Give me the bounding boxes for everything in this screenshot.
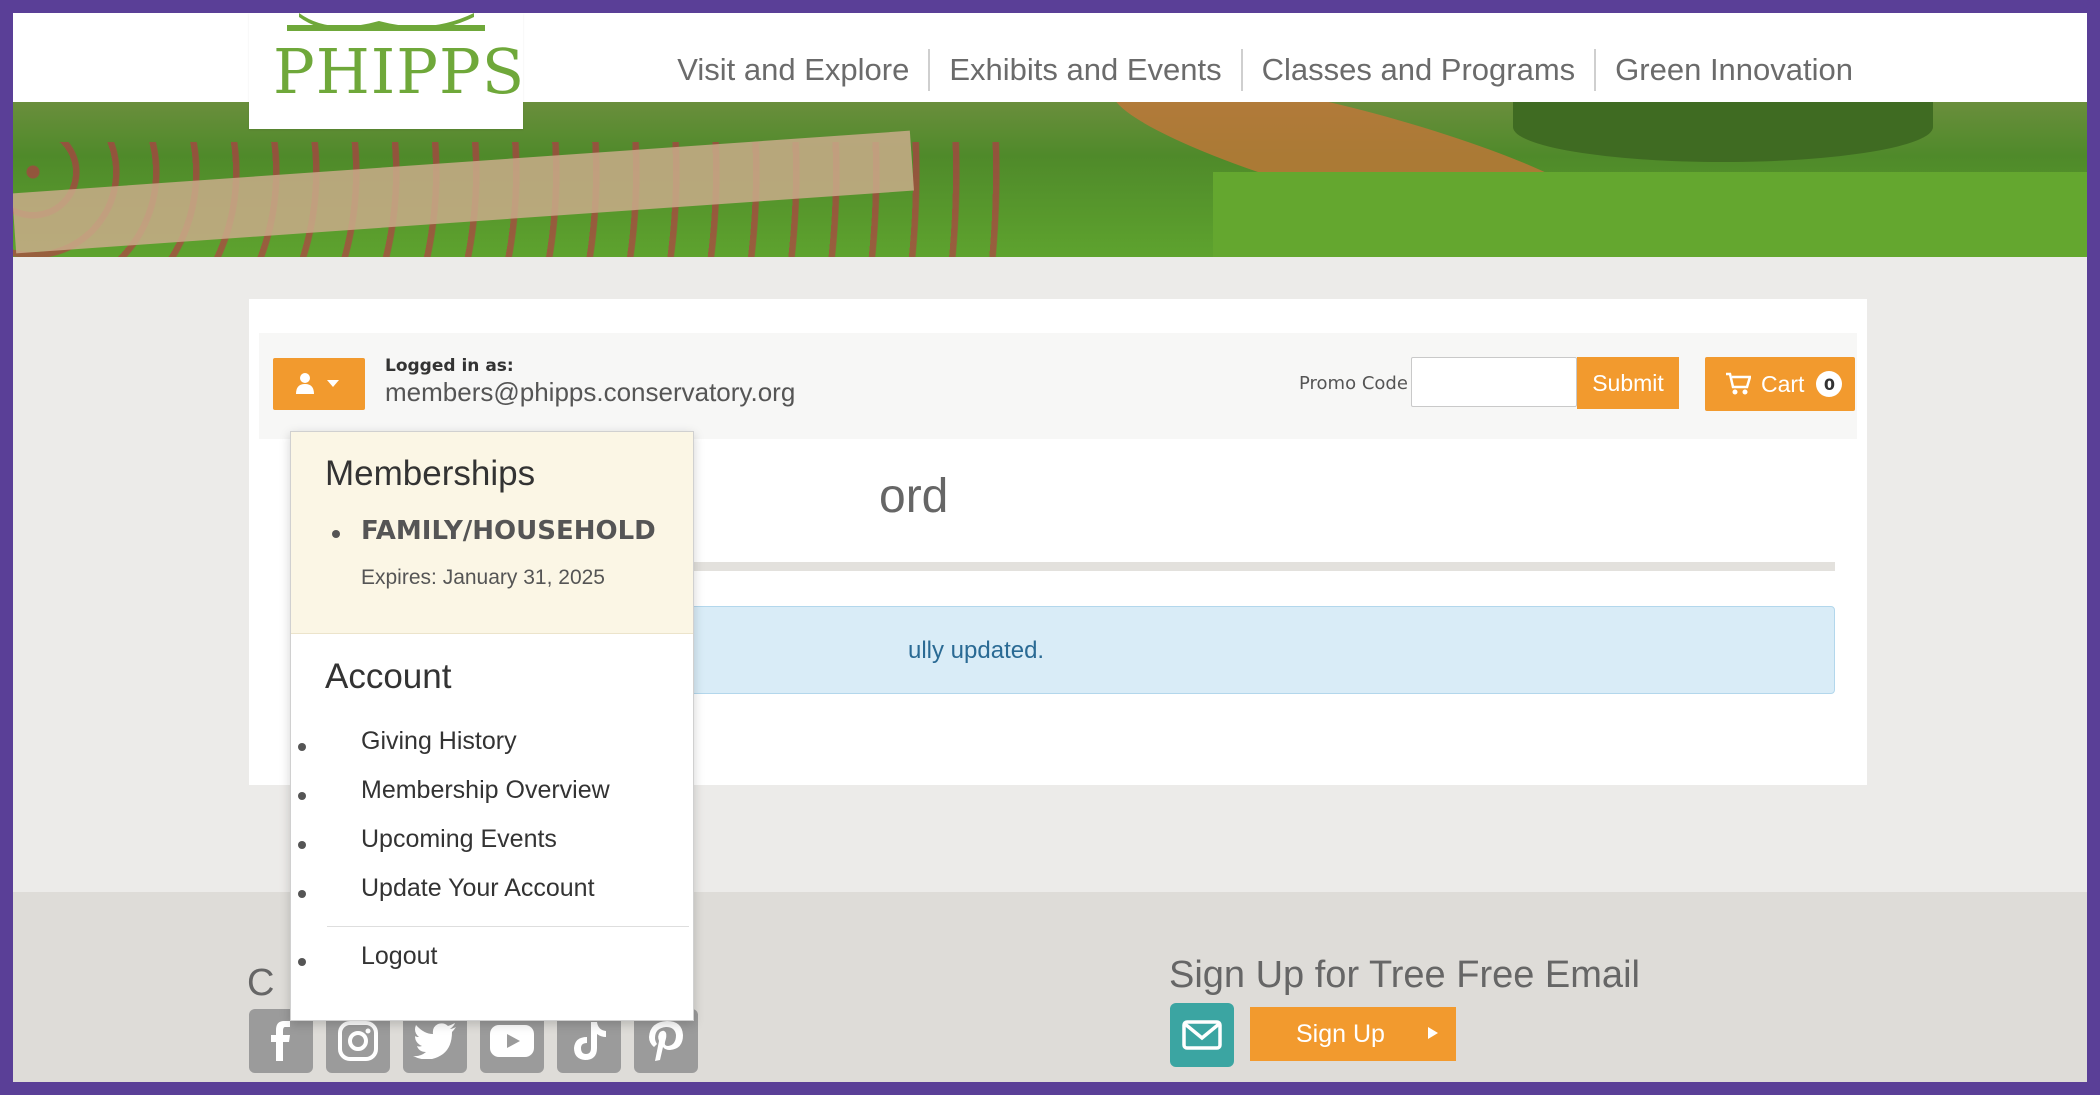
membership-overview-link[interactable]: Membership Overview xyxy=(361,776,610,805)
nav-exhibits-and-events[interactable]: Exhibits and Events xyxy=(928,49,1240,91)
account-toolbar: Logged in as: members@phipps.conservator… xyxy=(259,333,1857,439)
logo-text: PHIPPS xyxy=(273,35,526,108)
user-menu-button[interactable] xyxy=(273,358,365,410)
bullet-icon xyxy=(332,530,340,538)
leaf-logo-icon xyxy=(287,13,485,31)
page-title-text: ord xyxy=(879,470,949,523)
bullet-icon xyxy=(298,743,306,751)
footer-connect-heading: C xyxy=(247,962,275,1004)
email-icon xyxy=(1170,1003,1234,1067)
signup-heading: Sign Up for Tree Free Email xyxy=(1169,954,1640,996)
cart-button[interactable]: Cart 0 xyxy=(1705,357,1855,411)
page-title: ord xyxy=(677,469,948,524)
memberships-heading: Memberships xyxy=(325,454,536,493)
bullet-icon xyxy=(298,958,306,966)
email-signup-button[interactable]: Sign Up xyxy=(1250,1007,1456,1061)
cart-label: Cart xyxy=(1761,370,1805,397)
nav-green-innovation[interactable]: Green Innovation xyxy=(1594,49,1872,91)
membership-type: FAMILY/HOUSEHOLD xyxy=(361,516,656,546)
logged-in-email: members@phipps.conservatory.org xyxy=(385,377,796,407)
giving-history-link[interactable]: Giving History xyxy=(361,727,517,756)
upcoming-events-link[interactable]: Upcoming Events xyxy=(361,825,557,854)
page-frame: Visit and Explore Exhibits and Events Cl… xyxy=(13,13,2087,1082)
site-logo[interactable]: PHIPPS xyxy=(249,13,526,129)
main-nav: Visit and Explore Exhibits and Events Cl… xyxy=(658,49,1872,91)
promo-code-input[interactable] xyxy=(1411,357,1577,407)
promo-submit-button[interactable]: Submit xyxy=(1577,357,1679,409)
nav-classes-and-programs[interactable]: Classes and Programs xyxy=(1240,49,1595,91)
menu-divider xyxy=(327,926,689,927)
success-alert: ully updated. xyxy=(677,606,1835,694)
play-arrow-icon xyxy=(1428,1027,1438,1039)
logout-link[interactable]: Logout xyxy=(361,942,437,971)
nav-visit-and-explore[interactable]: Visit and Explore xyxy=(658,49,928,91)
cart-icon xyxy=(1726,372,1751,395)
signup-label: Sign Up xyxy=(1296,1019,1385,1048)
memberships-section: Memberships FAMILY/HOUSEHOLD Expires: Ja… xyxy=(291,432,693,634)
promo-code-label: Promo Code xyxy=(1299,373,1408,394)
chevron-down-icon xyxy=(327,380,339,387)
user-icon xyxy=(296,373,339,394)
update-account-link[interactable]: Update Your Account xyxy=(361,874,595,903)
membership-expires: Expires: January 31, 2025 xyxy=(361,566,605,589)
bullet-icon xyxy=(298,792,306,800)
alert-text: ully updated. xyxy=(908,637,1045,664)
title-divider xyxy=(677,562,1835,571)
bullet-icon xyxy=(298,841,306,849)
logged-in-label: Logged in as: xyxy=(385,356,514,376)
account-heading: Account xyxy=(325,657,452,696)
user-dropdown-menu: Memberships FAMILY/HOUSEHOLD Expires: Ja… xyxy=(290,431,694,1021)
bullet-icon xyxy=(298,890,306,898)
cart-count-badge: 0 xyxy=(1816,371,1843,397)
